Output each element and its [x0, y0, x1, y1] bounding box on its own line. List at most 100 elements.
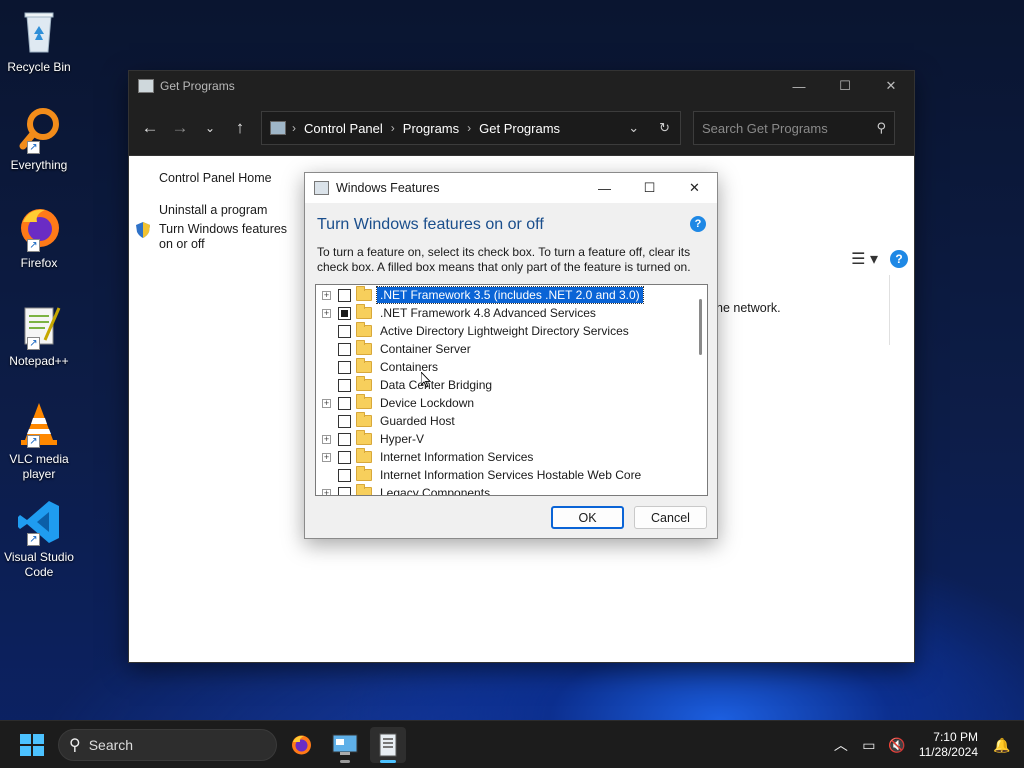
maximize-button[interactable]: ☐ [822, 71, 868, 101]
expander-spacer [322, 381, 331, 390]
desktop-icon-everything[interactable]: ↗ Everything [2, 106, 76, 173]
back-arrow-icon[interactable]: ← [135, 113, 165, 143]
feature-label[interactable]: .NET Framework 4.8 Advanced Services [377, 305, 599, 321]
notification-bell-icon[interactable]: 🔔 [988, 737, 1016, 754]
feature-checkbox[interactable] [338, 288, 351, 302]
expand-plus-icon[interactable]: + [322, 452, 331, 462]
feature-checkbox[interactable] [338, 414, 351, 428]
feature-checkbox[interactable] [338, 468, 351, 482]
feature-checkbox[interactable] [338, 378, 351, 392]
sidebar-link-windows-features[interactable]: Turn Windows features on or off [129, 222, 304, 252]
feature-label[interactable]: .NET Framework 3.5 (includes .NET 2.0 an… [376, 286, 644, 304]
desktop-icon-vlc[interactable]: ↗ VLC media player [2, 400, 76, 482]
network-icon[interactable]: ▭ [855, 737, 883, 754]
feature-row[interactable]: Active Directory Lightweight Directory S… [316, 322, 691, 340]
control-panel-icon [138, 79, 154, 93]
taskbar-app-windows-features[interactable] [370, 727, 406, 763]
dialog-titlebar[interactable]: Windows Features — ☐ ✕ [305, 173, 717, 203]
feature-checkbox[interactable] [338, 324, 351, 338]
start-windows-icon[interactable] [20, 734, 44, 756]
cancel-button[interactable]: Cancel [634, 506, 707, 529]
dialog-close-button[interactable]: ✕ [672, 173, 717, 203]
feature-checkbox[interactable] [338, 306, 351, 320]
feature-row[interactable]: + Device Lockdown [316, 394, 691, 412]
feature-row[interactable]: + .NET Framework 4.8 Advanced Services [316, 304, 691, 322]
feature-checkbox[interactable] [338, 360, 351, 374]
explorer-titlebar[interactable]: Get Programs — ☐ ✕ [129, 71, 914, 101]
view-toolbar: ☰ ▾ ? [851, 249, 908, 269]
dialog-help-icon[interactable]: ? [690, 216, 706, 232]
feature-checkbox[interactable] [338, 432, 351, 446]
feature-label[interactable]: Guarded Host [377, 413, 458, 429]
feature-row[interactable]: Containers [316, 358, 691, 376]
feature-row[interactable]: Guarded Host [316, 412, 691, 430]
show-hidden-icons-chevron-up-icon[interactable]: ︿ [827, 735, 855, 755]
breadcrumb-separator-icon: › [390, 121, 395, 135]
desktop-icon-firefox[interactable]: ↗ Firefox [2, 204, 76, 271]
forward-arrow-icon[interactable]: → [165, 113, 195, 143]
address-dropdown-chevron-icon[interactable]: ⌄ [628, 120, 639, 136]
desktop-icon-recycle-bin[interactable]: Recycle Bin [2, 8, 76, 75]
desktop-icon-label: Firefox [20, 256, 58, 270]
up-arrow-icon[interactable]: ↑ [225, 113, 255, 143]
everything-icon: ↗ [15, 106, 63, 154]
feature-label[interactable]: Legacy Components [377, 485, 493, 495]
taskbar-app-control-panel[interactable] [327, 727, 363, 763]
breadcrumb-control-panel[interactable]: Control Panel [304, 121, 383, 136]
feature-row[interactable]: Container Server [316, 340, 691, 358]
feature-label[interactable]: Data Center Bridging [377, 377, 495, 393]
minimize-button[interactable]: — [776, 71, 822, 101]
recent-chevron-down-icon[interactable]: ⌄ [195, 113, 225, 143]
feature-row[interactable]: + Legacy Components [316, 484, 691, 495]
recycle-bin-icon [15, 8, 63, 56]
dialog-minimize-button[interactable]: — [582, 173, 627, 203]
feature-checkbox[interactable] [338, 396, 351, 410]
view-options-icon[interactable]: ☰ ▾ [851, 249, 878, 269]
feature-row[interactable]: + Hyper-V [316, 430, 691, 448]
refresh-icon[interactable]: ↻ [659, 120, 670, 136]
feature-row[interactable]: + .NET Framework 3.5 (includes .NET 2.0 a… [316, 286, 691, 304]
expand-plus-icon[interactable]: + [322, 398, 331, 408]
dialog-maximize-button[interactable]: ☐ [627, 173, 672, 203]
taskbar-search-box[interactable]: ⚲ Search [58, 729, 277, 761]
feature-label[interactable]: Hyper-V [377, 431, 427, 447]
clock[interactable]: 7:10 PM 11/28/2024 [919, 730, 978, 760]
feature-row[interactable]: Internet Information Services Hostable W… [316, 466, 691, 484]
desktop-icon-vscode[interactable]: ↗ Visual Studio Code [2, 498, 76, 580]
help-icon[interactable]: ? [890, 250, 908, 268]
scrollbar-thumb[interactable] [699, 299, 702, 355]
ok-button[interactable]: OK [551, 506, 624, 529]
feature-label[interactable]: Container Server [377, 341, 474, 357]
expand-plus-icon[interactable]: + [322, 308, 331, 318]
close-button[interactable]: ✕ [868, 71, 914, 101]
feature-checkbox[interactable] [338, 342, 351, 356]
taskbar-app-firefox[interactable] [283, 727, 319, 763]
sidebar-link-control-panel-home[interactable]: Control Panel Home [129, 171, 304, 185]
feature-row[interactable]: + Internet Information Services [316, 448, 691, 466]
system-tray: ︿ ▭ 🔇 7:10 PM 11/28/2024 🔔 [827, 721, 1024, 768]
explorer-search-input[interactable] [702, 120, 877, 136]
expand-plus-icon[interactable]: + [322, 290, 331, 300]
feature-row[interactable]: Data Center Bridging [316, 376, 691, 394]
explorer-toolbar: ← → ⌄ ↑ › Control Panel › Programs › Get… [129, 101, 914, 156]
feature-label[interactable]: Containers [377, 359, 441, 375]
volume-muted-icon[interactable]: 🔇 [883, 737, 911, 754]
breadcrumb-get-programs[interactable]: Get Programs [479, 121, 560, 136]
feature-label[interactable]: Internet Information Services Hostable W… [377, 467, 644, 483]
desktop-icon-notepadpp[interactable]: ↗ Notepad++ [2, 302, 76, 369]
expand-plus-icon[interactable]: + [322, 488, 331, 495]
explorer-search-box[interactable]: ⚲ [693, 111, 895, 145]
feature-checkbox[interactable] [338, 486, 351, 495]
expand-plus-icon[interactable]: + [322, 434, 331, 444]
address-bar[interactable]: › Control Panel › Programs › Get Program… [261, 111, 681, 145]
breadcrumb-programs[interactable]: Programs [403, 121, 459, 136]
feature-label[interactable]: Device Lockdown [377, 395, 477, 411]
feature-checkbox[interactable] [338, 450, 351, 464]
features-tree[interactable]: + .NET Framework 3.5 (includes .NET 2.0 a… [315, 284, 708, 496]
dialog-heading: Turn Windows features on or off [317, 216, 544, 233]
tree-scrollbar[interactable] [693, 285, 707, 495]
sidebar-link-uninstall-program[interactable]: Uninstall a program [129, 203, 304, 217]
dialog-description: To turn a feature on, select its check b… [317, 245, 691, 274]
feature-label[interactable]: Active Directory Lightweight Directory S… [377, 323, 632, 339]
feature-label[interactable]: Internet Information Services [377, 449, 536, 465]
